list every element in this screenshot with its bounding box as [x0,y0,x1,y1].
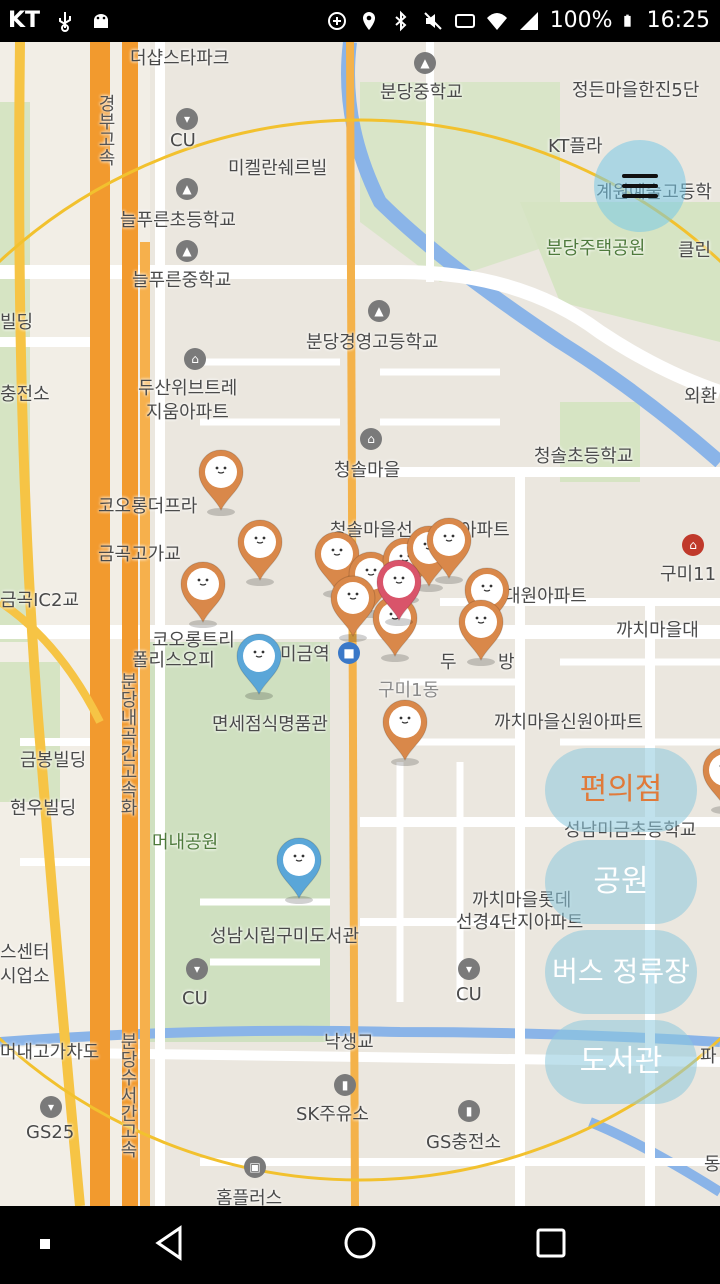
map-label: 구미11 [660,560,716,586]
road-label: 분당수서간고속 [114,1032,140,1158]
volte-icon [454,10,476,32]
battery-percent: 100% [550,8,613,33]
home-icon[interactable] [346,1229,374,1257]
map-label: 분당중학교 [380,78,463,104]
map-label: 늘푸른초등학교 [120,206,236,232]
map-label: SK주유소 [296,1100,369,1126]
map-label: 더샵스타파크 [130,44,229,70]
recents-icon[interactable] [538,1230,564,1256]
convenience-store-marker[interactable] [178,560,228,628]
police-poi-icon: ⌂ [682,534,704,556]
map-label: 스센터 [0,938,50,964]
category-library-button[interactable]: 도서관 [545,1020,697,1104]
menu-button[interactable] [594,140,686,232]
school-poi-icon: ▲ [176,178,198,200]
location-icon [358,10,380,32]
category-convenience-store-button[interactable]: 편의점 [545,748,697,832]
map-view[interactable]: 더샵스타파크 분당중학교 정든마을한진5단 CU KT플라 미켈란쉐르빌 계원예… [0,42,720,1206]
map-label: 늘푸른중학교 [132,266,231,292]
map-label: 빌딩 [0,308,33,334]
gas-station-poi-icon: ▮ [458,1100,480,1122]
usb-icon [54,10,76,32]
map-label: 클린 [678,236,711,262]
back-icon[interactable] [158,1228,180,1258]
convenience-store-marker[interactable] [196,448,246,516]
map-label: 금봉빌딩 [20,746,86,772]
map-label: 청솔마을 [334,456,400,482]
selected-map-marker[interactable] [374,558,424,626]
map-label: 폴리스오피 [132,646,215,672]
navigation-bar [0,1206,720,1280]
map-label: 홈플러스 [216,1184,282,1206]
map-label: 대원아파트 [504,582,587,608]
map-label: CU [182,988,208,1009]
blue-map-marker[interactable] [274,836,324,904]
battery-icon [623,10,637,32]
convenience-store-marker[interactable] [235,518,285,586]
convenience-store-marker[interactable] [700,746,720,814]
map-label: 면세점식명품관 [212,710,328,736]
road-label: 분당내곡간고속화 [114,672,140,816]
map-label: CU [456,984,482,1005]
map-label: 현우빌딩 [10,794,76,820]
school-poi-icon: ▲ [414,52,436,74]
clock: 16:25 [647,8,710,33]
map-label: 성남시립구미도서관 [210,922,359,948]
wifi-icon [486,10,508,32]
mute-icon [422,10,444,32]
map-label: 미켈란쉐르빌 [228,154,327,180]
carrier-label: KT [8,8,40,33]
map-label: KT플라 [548,132,603,158]
android-debug-icon [90,10,112,32]
dot-icon [40,1239,50,1249]
category-bus-stop-button[interactable]: 버스 정류장 [545,930,697,1014]
map-label: 지움아파트 [146,398,229,424]
signal-icon [518,10,540,32]
school-poi-icon: ▲ [368,300,390,322]
map-label: 미금역 [280,640,330,666]
map-label: 낙생교 [324,1028,374,1054]
map-label: 까치마을대 [616,616,699,642]
home-poi-icon: ⌂ [360,428,382,450]
status-bar: KT 100% 16:25 [0,0,720,42]
school-poi-icon: ▲ [176,240,198,262]
map-label: 충전소 [0,380,50,406]
map-label: 파 [700,1042,717,1068]
map-label: 머내고가차도 [0,1038,99,1064]
store-poi-icon: ▾ [458,958,480,980]
map-label: 두산위브트레 [138,374,237,400]
convenience-store-marker[interactable] [456,598,506,666]
bluetooth-icon [390,10,412,32]
map-label: CU [170,130,196,151]
map-label: 동 [704,1150,720,1176]
map-label: 청솔초등학교 [534,442,633,468]
map-label: 분당경영고등학교 [306,328,438,354]
blue-map-marker[interactable] [234,632,284,700]
category-park-button[interactable]: 공원 [545,840,697,924]
map-label: 금곡고가교 [98,540,181,566]
store-poi-icon: ▾ [40,1096,62,1118]
data-saver-icon [326,10,348,32]
gas-station-poi-icon: ▮ [334,1074,356,1096]
hamburger-menu-icon [622,168,658,204]
map-label: 분당주택공원 [546,234,645,260]
map-label: 외환 [684,382,717,408]
convenience-store-marker[interactable] [380,698,430,766]
map-label: GS25 [26,1122,74,1143]
map-label: 금곡IC2교 [0,586,79,612]
map-label: 까치마을신원아파트 [494,708,643,734]
store-poi-icon: ▾ [176,108,198,130]
map-label: 두 [440,648,457,674]
map-label: 정든마을한진5단 [572,76,699,102]
map-label: 시업소 [0,962,50,988]
subway-poi-icon: ■ [338,642,360,664]
store-poi-icon: ▾ [186,958,208,980]
map-label: GS충전소 [426,1128,501,1154]
shop-poi-icon: ▣ [244,1156,266,1178]
home-poi-icon: ⌂ [184,348,206,370]
road-label: 경부고속 [92,94,118,166]
map-label: 머내공원 [152,828,218,854]
map-label: 코오롱더프라 [98,492,197,518]
